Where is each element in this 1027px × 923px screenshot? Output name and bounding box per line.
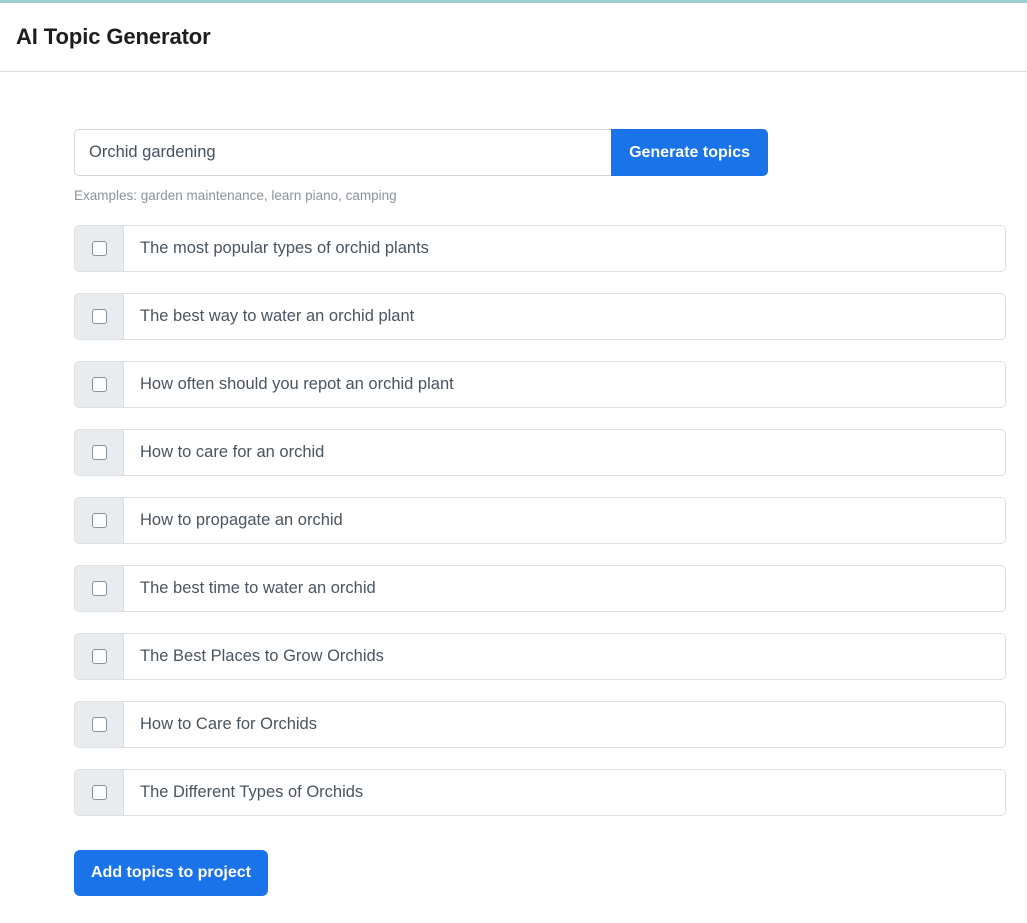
- topic-search-group: Generate topics: [74, 129, 768, 176]
- topic-row[interactable]: How often should you repot an orchid pla…: [74, 361, 1006, 408]
- topic-checkbox[interactable]: [91, 717, 107, 732]
- topic-label: The Different Types of Orchids: [124, 770, 1005, 815]
- generate-topics-button[interactable]: Generate topics: [611, 129, 768, 176]
- main-content: Generate topics Examples: garden mainten…: [0, 72, 1027, 896]
- topic-checkbox[interactable]: [91, 377, 107, 392]
- topic-label: The best time to water an orchid: [124, 566, 1005, 611]
- topic-checkbox-cell[interactable]: [75, 770, 124, 815]
- topic-checkbox-cell[interactable]: [75, 634, 124, 679]
- topic-checkbox-cell[interactable]: [75, 430, 124, 475]
- topic-checkbox[interactable]: [91, 513, 107, 528]
- topic-row[interactable]: How to propagate an orchid: [74, 497, 1006, 544]
- topic-row[interactable]: The Best Places to Grow Orchids: [74, 633, 1006, 680]
- topic-row[interactable]: The best time to water an orchid: [74, 565, 1006, 612]
- topic-checkbox[interactable]: [91, 445, 107, 460]
- footer-actions: Add topics to project: [74, 850, 1006, 896]
- topic-label: How to Care for Orchids: [124, 702, 1005, 747]
- topic-label: How often should you repot an orchid pla…: [124, 362, 1005, 407]
- topic-label: How to propagate an orchid: [124, 498, 1005, 543]
- content-column: Generate topics Examples: garden mainten…: [74, 72, 1006, 896]
- topic-checkbox-cell[interactable]: [75, 294, 124, 339]
- page-title: AI Topic Generator: [16, 24, 211, 49]
- topic-row[interactable]: The Different Types of Orchids: [74, 769, 1006, 816]
- topic-input[interactable]: [74, 129, 612, 176]
- topic-checkbox-cell[interactable]: [75, 498, 124, 543]
- topic-checkbox[interactable]: [91, 241, 107, 256]
- topic-row[interactable]: The most popular types of orchid plants: [74, 225, 1006, 272]
- examples-hint: Examples: garden maintenance, learn pian…: [74, 188, 397, 203]
- topic-list: The most popular types of orchid plants T…: [74, 225, 1006, 816]
- topic-row[interactable]: The best way to water an orchid plant: [74, 293, 1006, 340]
- add-topics-to-project-button[interactable]: Add topics to project: [74, 850, 268, 896]
- topic-checkbox[interactable]: [91, 649, 107, 664]
- topic-checkbox-cell[interactable]: [75, 566, 124, 611]
- topic-checkbox-cell[interactable]: [75, 362, 124, 407]
- app-header: AI Topic Generator: [0, 3, 1027, 72]
- topic-label: How to care for an orchid: [124, 430, 1005, 475]
- topic-checkbox[interactable]: [91, 785, 107, 800]
- topic-row[interactable]: How to Care for Orchids: [74, 701, 1006, 748]
- topic-checkbox[interactable]: [91, 581, 107, 596]
- topic-label: The Best Places to Grow Orchids: [124, 634, 1005, 679]
- topic-checkbox-cell[interactable]: [75, 702, 124, 747]
- topic-label: The most popular types of orchid plants: [124, 226, 1005, 271]
- topic-label: The best way to water an orchid plant: [124, 294, 1005, 339]
- topic-checkbox-cell[interactable]: [75, 226, 124, 271]
- topic-checkbox[interactable]: [91, 309, 107, 324]
- topic-row[interactable]: How to care for an orchid: [74, 429, 1006, 476]
